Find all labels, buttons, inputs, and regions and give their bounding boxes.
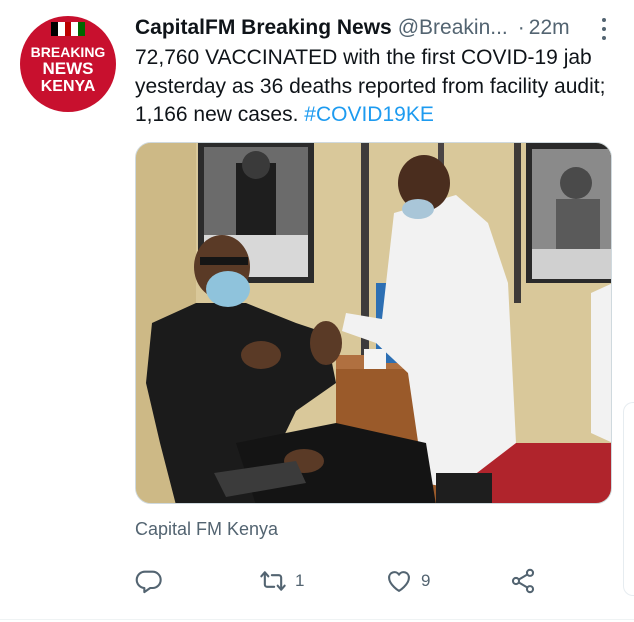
avatar-line-breaking: BREAKING [30,44,106,60]
tweet-actions: 1 9 [135,566,555,596]
like-button[interactable]: 9 [385,566,430,596]
retweet-button[interactable]: 1 [259,566,304,596]
share-icon [511,568,535,594]
tweet[interactable]: BREAKING NEWS KENYA CapitalFM Breaking N… [0,0,634,622]
share-button[interactable] [509,566,537,596]
more-icon[interactable] [596,16,612,42]
retweet-icon [260,571,286,591]
tweet-header: CapitalFM Breaking News @Breakin... · 22… [135,14,606,42]
avatar-line-kenya: KENYA [40,78,96,95]
separator-dot: · [517,16,525,39]
divider [0,619,634,620]
vaccination-photo [136,143,611,503]
avatar[interactable]: BREAKING NEWS KENYA [20,16,116,112]
media-source[interactable]: Capital FM Kenya [135,519,278,540]
reply-icon [135,570,162,594]
timestamp[interactable]: 22m [529,16,570,40]
display-name[interactable]: CapitalFM Breaking News [135,16,392,40]
tweet-photo[interactable] [135,142,612,504]
retweet-count: 1 [295,571,305,590]
kenya-flag-icon [51,22,85,36]
like-icon [388,571,410,592]
avatar-line-news: NEWS [42,59,94,78]
user-handle[interactable]: @Breakin... [398,16,508,40]
reply-button[interactable] [135,566,171,596]
like-count: 9 [421,571,431,590]
hashtag-link[interactable]: #COVID19KE [304,103,434,126]
side-panel-edge [623,402,634,596]
tweet-text: 72,760 VACCINATED with the first COVID-1… [135,44,615,130]
